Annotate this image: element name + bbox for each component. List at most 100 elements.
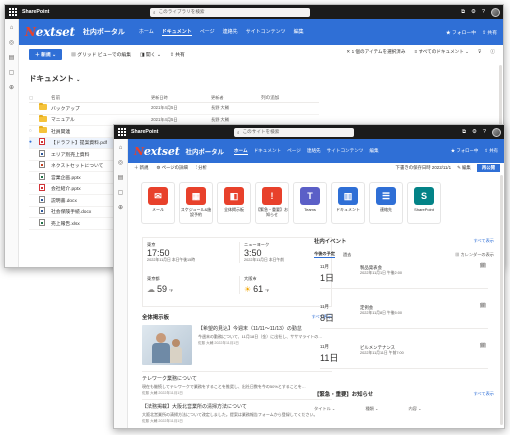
sun-icon: ☀ (244, 285, 252, 294)
nav-edit[interactable]: 編集 (294, 28, 304, 36)
app-launcher-icon[interactable] (8, 7, 18, 17)
edit-button[interactable]: ✎ 編集 (457, 165, 471, 171)
calendar-view-link[interactable]: ▦ カレンダーの表示 (455, 252, 494, 258)
open-button[interactable]: ◨ 開く ⌄ (140, 51, 161, 58)
view-selector[interactable]: ≡ すべてのドキュメント ⌄ (414, 49, 469, 55)
event-item[interactable]: 11月 1日 製品発表会 2022年11月1日 午後2:00 🗓 (320, 259, 488, 289)
add-to-calendar-icon[interactable]: 🗓 (480, 263, 486, 269)
help-icon[interactable]: ? (482, 9, 485, 15)
event-item[interactable]: 11月 11日 ビルメンテナンス 2022年11月11日 午前7:00 🗓 (320, 339, 488, 369)
avatar[interactable] (492, 127, 501, 137)
chevron-down-icon[interactable]: ⌄ (76, 77, 80, 83)
tab-upcoming[interactable]: 今後の予定 (314, 251, 335, 258)
site-header: Nextset 社内ポータル ホーム ドキュメント ページ 連絡先 サイトコンテ… (19, 19, 503, 45)
board-item-title[interactable]: 【希望的見込】今週末（11/11〜11/13）の勤怠 (198, 325, 332, 332)
event-time: 2022年11月11日 午前7:00 (360, 351, 404, 355)
row-checkbox[interactable]: ○ (29, 129, 39, 134)
news-icon[interactable]: ▤ (118, 174, 124, 181)
site-logo[interactable]: Nextset (134, 145, 180, 158)
quick-link-tile[interactable]: ◧ 全体掲示板 (218, 183, 250, 223)
nav-home[interactable]: ホーム (233, 148, 248, 155)
scrollbar[interactable] (500, 175, 503, 425)
events-title: 社内イベント (314, 239, 347, 245)
nav-edit[interactable]: 編集 (369, 148, 378, 155)
share-site-button[interactable]: ⇪ 共有 (484, 148, 498, 154)
globe-icon[interactable]: ◎ (9, 39, 14, 46)
quick-link-tile[interactable]: ☰ 連絡先 (370, 183, 402, 223)
help-icon[interactable]: ? (483, 129, 486, 135)
grid-edit-button[interactable]: ▦ グリッド ビューでの編集 (71, 51, 131, 58)
nav-site-contents[interactable]: サイトコンテンツ (327, 148, 364, 155)
site-search-input[interactable]: ⌕ このサイトを検索 (234, 127, 354, 137)
nav-documents[interactable]: ドキュメント (161, 28, 192, 36)
events-see-all-link[interactable]: すべて表示 (474, 238, 494, 244)
nav-site-contents[interactable]: サイトコンテンツ (246, 28, 286, 36)
chat-icon[interactable]: ⧉ (461, 9, 465, 16)
notices-see-all-link[interactable]: すべて表示 (474, 391, 494, 397)
board-thumbnail[interactable] (142, 325, 192, 365)
file-name[interactable]: バックアップ (51, 105, 151, 112)
nav-documents[interactable]: ドキュメント (254, 148, 282, 155)
nav-pages[interactable]: ページ (287, 148, 301, 155)
files-icon[interactable]: ▢ (118, 189, 124, 196)
board-item-title[interactable]: 【法務掲載】大阪北営業所の清掃方法について (142, 403, 332, 410)
analytics-button[interactable]: ⫶ 分析 (196, 165, 207, 171)
avatar[interactable] (491, 7, 500, 17)
home-icon[interactable]: ⌂ (10, 25, 14, 31)
calendar-view-label: カレンダーの表示 (460, 251, 494, 257)
home-icon[interactable]: ⌂ (119, 145, 123, 151)
nav-contacts[interactable]: 連絡先 (223, 28, 238, 36)
news-icon[interactable]: ▤ (9, 54, 15, 61)
col-notice-content[interactable]: 内容 ⌄ (409, 406, 422, 412)
library-search-input[interactable]: ⌕ このライブラリを検索 (150, 7, 310, 17)
settings-icon[interactable]: ⚙ (472, 129, 477, 135)
event-item[interactable]: 11月 8日 定例会 2022年11月8日 午後5:00 🗓 (320, 299, 488, 329)
settings-icon[interactable]: ⚙ (471, 9, 476, 15)
site-title[interactable]: 社内ポータル (83, 27, 125, 37)
board-item[interactable]: 【法務掲載】大阪北営業所の清掃方法について 大阪北営業所の清掃方法について改定し… (142, 399, 332, 424)
nav-pages[interactable]: ページ (200, 28, 215, 36)
add-icon[interactable]: ⊕ (9, 84, 14, 91)
quick-link-tile[interactable]: ! 【緊急・重要】お知らせ (256, 183, 288, 223)
table-row[interactable]: バックアップ 2021年4月5日 長野 大輔 (29, 103, 319, 115)
board-item[interactable]: 【希望的見込】今週末（11/11〜11/13）の勤怠 今週末の勤務について、11… (198, 325, 332, 346)
site-title[interactable]: 社内ポータル (186, 147, 224, 156)
globe-icon[interactable]: ◎ (118, 159, 123, 166)
col-add[interactable]: 列の追加 (261, 95, 279, 101)
col-name[interactable]: 名前 (51, 95, 151, 101)
col-notice-type[interactable]: 種類 ⌄ (365, 406, 378, 412)
add-to-calendar-icon[interactable]: 🗓 (480, 343, 486, 349)
chat-icon[interactable]: ⧉ (462, 129, 466, 136)
files-icon[interactable]: ▢ (9, 69, 15, 76)
quick-link-tile[interactable]: ▦ スケジュール&施設予約 (180, 183, 212, 223)
quick-link-tile[interactable]: T Teams (294, 183, 326, 223)
file-name[interactable]: マニュアル (51, 116, 151, 123)
share-site-button[interactable]: ⇪ 共有 (482, 29, 497, 36)
filter-icon[interactable]: ⊽ (478, 49, 481, 55)
tab-past[interactable]: 過去 (343, 252, 351, 258)
new-button[interactable]: ＋ 新規 ⌄ (29, 49, 63, 60)
republish-button[interactable]: 再公開 (476, 164, 500, 172)
add-to-calendar-icon[interactable]: 🗓 (480, 303, 486, 309)
follow-button[interactable]: ★ フォロー中 (451, 148, 479, 154)
col-notice-title[interactable]: タイトル ⌄ (314, 406, 335, 412)
page-details-button[interactable]: ⚙ ページの詳細 (156, 165, 187, 171)
site-logo[interactable]: Nextset (25, 25, 75, 39)
col-modified[interactable]: 更新日時 (151, 95, 211, 101)
info-icon[interactable]: ⓘ (490, 49, 495, 55)
selected-count[interactable]: ✕ 1 個のアイテムを選択済み (346, 49, 405, 55)
nav-contacts[interactable]: 連絡先 (307, 148, 321, 155)
follow-button[interactable]: ★ フォロー中 (446, 29, 476, 36)
quick-link-tile[interactable]: ✉ メール (142, 183, 174, 223)
quick-link-tile[interactable]: S SharePoint (408, 183, 440, 223)
nav-home[interactable]: ホーム (139, 28, 154, 36)
board-item[interactable]: テレワーク業務について 現在も継続してテレワークで業務をすることを推奨し、出社日… (142, 371, 332, 396)
row-checkbox-checked[interactable]: ● (29, 140, 39, 145)
new-page-button[interactable]: ＋ 新規 (134, 165, 148, 171)
board-item-title[interactable]: テレワーク業務について (142, 375, 332, 382)
add-icon[interactable]: ⊕ (118, 204, 123, 211)
col-modified-by[interactable]: 更新者 (211, 95, 261, 101)
app-launcher-icon[interactable] (117, 127, 127, 137)
quick-link-tile[interactable]: ▥ ドキュメント (332, 183, 364, 223)
share-button[interactable]: ⇪ 共有 (170, 51, 185, 58)
